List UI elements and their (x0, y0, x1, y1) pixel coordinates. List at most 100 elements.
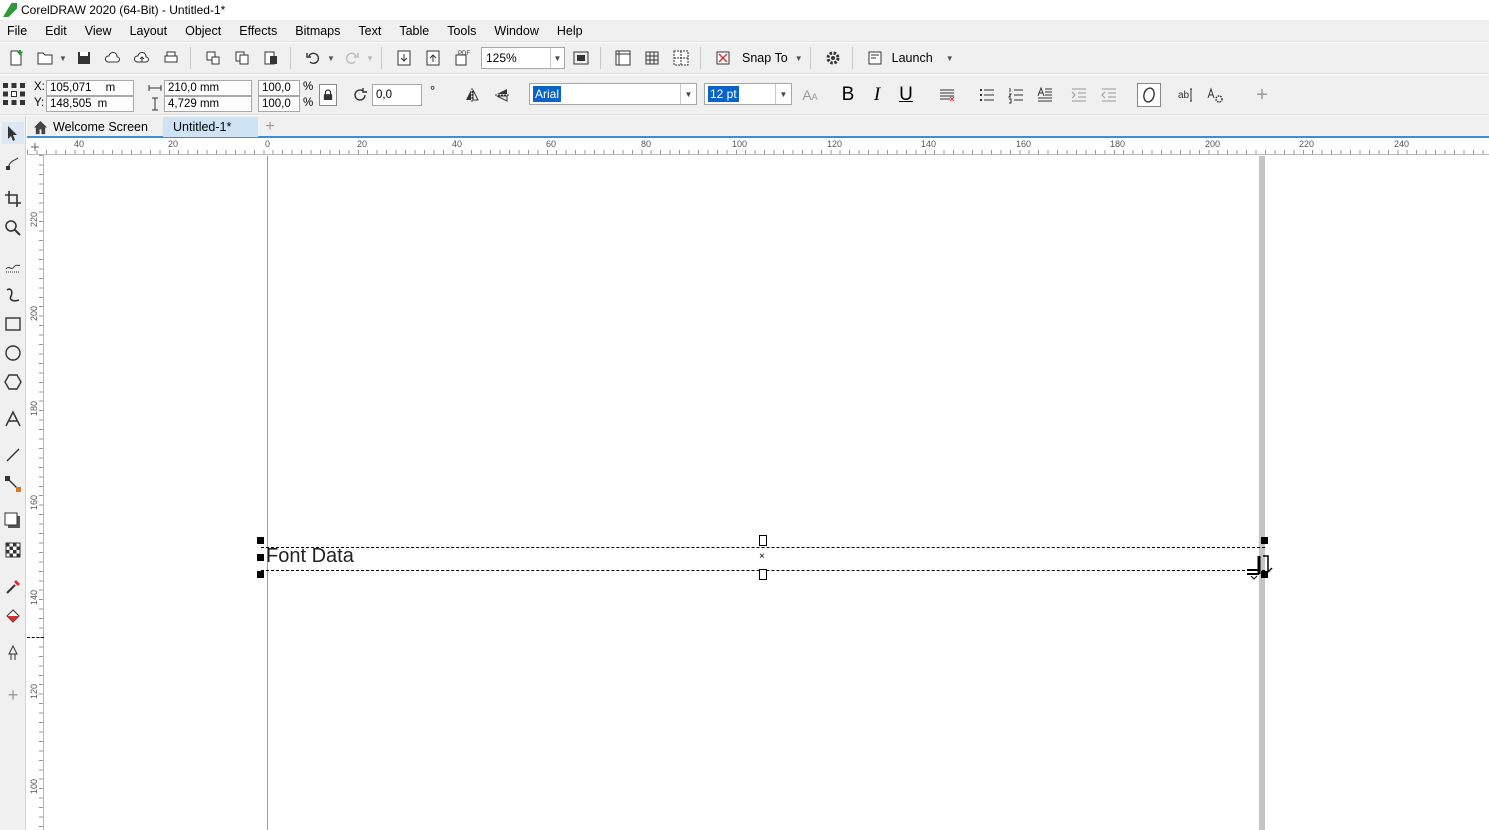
artistic-media-tool[interactable] (2, 284, 24, 306)
launch-button[interactable] (862, 45, 888, 71)
horizontal-ruler[interactable]: 40 20 0 20 40 60 80 100 120 140 160 180 … (27, 139, 1489, 155)
eyedropper-tool[interactable] (2, 576, 24, 598)
rectangle-tool[interactable] (2, 313, 24, 335)
crop-tool[interactable] (2, 188, 24, 210)
selection-handle-top-left[interactable] (257, 537, 264, 544)
bullet-list-button[interactable] (975, 83, 999, 107)
redo-dropdown-icon[interactable]: ▼ (365, 54, 375, 63)
menu-text[interactable]: Text (352, 24, 393, 38)
show-grid-button[interactable] (639, 45, 665, 71)
transparency-tool[interactable] (2, 539, 24, 561)
text-tool[interactable] (2, 408, 24, 430)
redo-button[interactable] (339, 45, 365, 71)
text-alignment-button[interactable] (935, 83, 959, 107)
open-button[interactable] (32, 45, 58, 71)
chevron-down-icon[interactable]: ▼ (775, 84, 791, 104)
cloud-open-button[interactable] (100, 45, 126, 71)
undo-dropdown-icon[interactable]: ▼ (326, 54, 336, 63)
selection-handle-bottom-center[interactable] (759, 569, 767, 580)
show-guidelines-button[interactable] (668, 45, 694, 71)
snap-off-button[interactable] (710, 45, 736, 71)
menu-object[interactable]: Object (179, 24, 233, 38)
lock-ratio-button[interactable] (319, 84, 337, 106)
cloud-save-button[interactable] (129, 45, 155, 71)
ellipse-tool[interactable] (2, 342, 24, 364)
new-document-button[interactable] (3, 45, 29, 71)
add-button[interactable]: + (1250, 83, 1274, 107)
cut-button[interactable] (200, 45, 226, 71)
menu-layout[interactable]: Layout (124, 24, 180, 38)
mirror-vertical-button[interactable] (490, 83, 514, 107)
paste-button[interactable] (258, 45, 284, 71)
add-tool-button[interactable]: + (2, 684, 24, 706)
zoom-level-select[interactable]: 125% ▼ (481, 47, 565, 69)
menu-effects[interactable]: Effects (233, 24, 289, 38)
import-button[interactable] (391, 45, 417, 71)
smart-fill-tool[interactable] (2, 642, 24, 664)
full-screen-preview-button[interactable] (568, 45, 594, 71)
pick-tool[interactable] (2, 122, 24, 144)
text-properties-button[interactable] (1137, 83, 1161, 107)
connector-tool[interactable] (2, 473, 24, 495)
launch-dropdown-icon[interactable]: ▼ (945, 54, 955, 63)
export-button[interactable] (420, 45, 446, 71)
undo-button[interactable] (300, 45, 326, 71)
mirror-horizontal-button[interactable] (460, 83, 484, 107)
menu-view[interactable]: View (79, 24, 124, 38)
text-options-button[interactable] (1203, 83, 1227, 107)
italic-button[interactable]: I (865, 83, 889, 107)
launch-label[interactable]: Launch (892, 51, 933, 65)
menu-table[interactable]: Table (393, 24, 441, 38)
freehand-tool[interactable] (2, 255, 24, 277)
scale-width-input[interactable]: 100,0 (258, 80, 300, 96)
y-position-input[interactable]: 148,505 m (46, 96, 134, 112)
vertical-ruler[interactable]: 220 200 180 160 140 120 100 (27, 155, 44, 830)
font-list-select[interactable]: Arial ▼ (529, 83, 697, 105)
save-button[interactable] (71, 45, 97, 71)
publish-pdf-button[interactable]: PDF (449, 45, 475, 71)
parallel-dimension-tool[interactable] (2, 444, 24, 466)
scale-height-input[interactable]: 100,0 (258, 96, 300, 112)
menu-bitmaps[interactable]: Bitmaps (289, 24, 352, 38)
selection-handle-bottom-left[interactable] (257, 571, 264, 578)
artistic-text[interactable]: Font Data (266, 545, 354, 568)
menu-help[interactable]: Help (551, 24, 595, 38)
new-tab-button[interactable]: + (260, 117, 280, 137)
menu-window[interactable]: Window (488, 24, 550, 38)
drawing-canvas[interactable]: Font Data × (45, 156, 1489, 830)
interactive-fill-tool[interactable] (2, 606, 24, 628)
font-size-select[interactable]: 12 pt ▼ (704, 83, 792, 105)
rotation-angle-input[interactable]: 0,0 (372, 84, 422, 106)
snap-to-label[interactable]: Snap To (742, 51, 788, 65)
menu-tools[interactable]: Tools (441, 24, 488, 38)
decrease-indent-button[interactable] (1097, 83, 1121, 107)
zoom-tool[interactable] (2, 217, 24, 239)
bold-button[interactable]: B (836, 83, 860, 107)
object-origin-icon[interactable] (2, 82, 26, 106)
object-height-input[interactable]: 4,729 mm (164, 96, 252, 112)
font-size-adjust-button[interactable]: AA (798, 83, 822, 107)
chevron-down-icon[interactable]: ▼ (550, 48, 564, 68)
selection-handle-top-right[interactable] (1261, 537, 1268, 544)
home-tab[interactable] (27, 117, 53, 137)
options-button[interactable] (820, 45, 846, 71)
selection-handle-top-center[interactable] (759, 535, 767, 546)
tab-untitled-1[interactable]: Untitled-1* (163, 117, 258, 137)
show-rulers-button[interactable] (610, 45, 636, 71)
selection-handle-middle-left[interactable] (257, 554, 264, 561)
menu-edit[interactable]: Edit (39, 24, 79, 38)
tab-welcome-screen[interactable]: Welcome Screen (53, 117, 163, 137)
edit-text-button[interactable]: ab (1174, 83, 1198, 107)
numbered-list-button[interactable] (1004, 83, 1028, 107)
x-position-input[interactable]: 105,071 m (46, 80, 134, 96)
print-button[interactable] (158, 45, 184, 71)
underline-button[interactable]: U (894, 83, 918, 107)
increase-indent-button[interactable] (1067, 83, 1091, 107)
snap-to-dropdown-icon[interactable]: ▼ (794, 54, 804, 63)
copy-button[interactable] (229, 45, 255, 71)
chevron-down-icon[interactable]: ▼ (680, 84, 696, 104)
object-width-input[interactable]: 210,0 mm (164, 80, 252, 96)
drop-cap-button[interactable] (1033, 83, 1057, 107)
polygon-tool[interactable] (2, 371, 24, 393)
shape-tool[interactable] (2, 152, 24, 174)
